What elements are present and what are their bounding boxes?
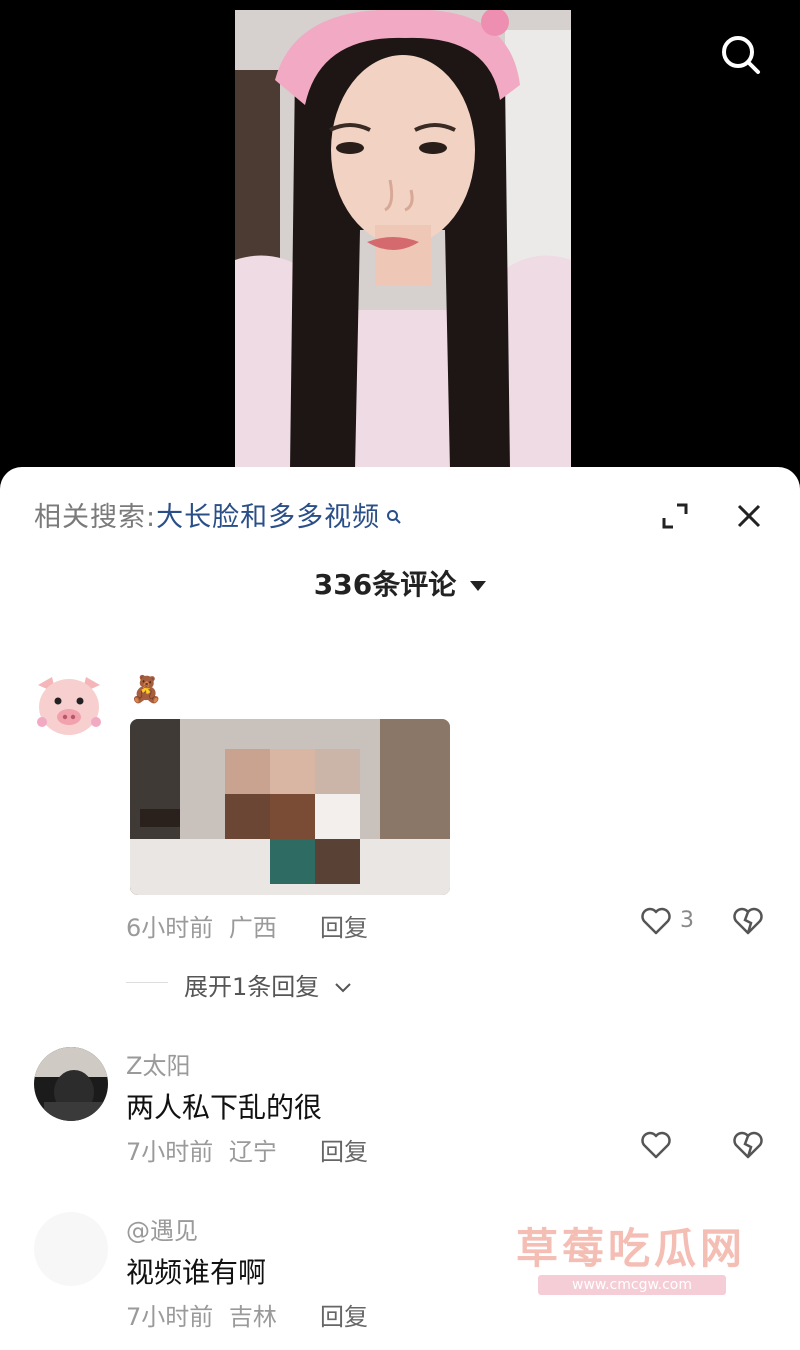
comment-location: 广西: [228, 914, 277, 942]
expand-replies-button[interactable]: 展开1条回复: [184, 967, 353, 1002]
expand-icon: [662, 503, 688, 529]
close-icon: [737, 504, 761, 528]
avatar[interactable]: [34, 1047, 108, 1121]
video-image: [235, 10, 571, 470]
divider: [126, 982, 168, 983]
search-icon: [722, 36, 760, 74]
comment-count[interactable]: 336条评论: [0, 563, 800, 603]
reply-button[interactable]: 回复: [320, 908, 368, 943]
like-button[interactable]: [640, 1131, 672, 1163]
chevron-down-icon: [335, 983, 351, 993]
comment-count-label: 336条评论: [313, 568, 457, 601]
comment-location: 辽宁: [228, 1138, 277, 1166]
comment-location: 吉林: [228, 1303, 277, 1331]
dislike-button[interactable]: [732, 1131, 764, 1163]
user-avatar: [34, 1047, 108, 1121]
like-count: 3: [680, 908, 694, 933]
heart-icon: [641, 907, 671, 935]
comment-time: 6小时前: [126, 914, 214, 942]
heart-icon: [641, 1131, 671, 1159]
comment-text: 视频谁有啊: [126, 1256, 267, 1289]
reply-button[interactable]: 回复: [320, 1297, 368, 1332]
dislike-button[interactable]: [732, 907, 764, 939]
avatar[interactable]: [34, 1212, 108, 1286]
watermark-title: 草莓吃瓜网: [516, 1224, 747, 1273]
comment-meta: 7小时前 辽宁: [126, 1132, 277, 1167]
comment-time: 7小时前: [126, 1303, 214, 1331]
censored-image: [130, 719, 450, 895]
related-search-prefix: 相关搜索:: [34, 502, 157, 533]
reply-button[interactable]: 回复: [320, 1132, 368, 1167]
video-player[interactable]: [0, 0, 800, 480]
comment-meta: 6小时前 广西: [126, 908, 277, 943]
related-search: 相关搜索:大长脸和多多视频: [34, 495, 402, 534]
comments-sheet: 相关搜索:大长脸和多多视频 336条评论 🧸 6小时前 广西 回复 3 展开1条…: [0, 467, 800, 1350]
comment-emoji: 🧸: [130, 675, 163, 705]
watermark-url: www.cmcgw.com: [538, 1275, 726, 1295]
video-frame[interactable]: [235, 10, 571, 470]
related-search-link[interactable]: 大长脸和多多视频: [156, 502, 380, 533]
small-search-icon: [386, 501, 402, 532]
expand-replies-label: 展开1条回复: [184, 973, 320, 1001]
search-button[interactable]: [716, 30, 766, 80]
comment-time: 7小时前: [126, 1138, 214, 1166]
like-button[interactable]: [640, 907, 672, 939]
pig-avatar-icon: [30, 667, 108, 745]
broken-heart-icon: [733, 1131, 763, 1159]
avatar[interactable]: [30, 667, 108, 745]
comment-author[interactable]: @遇见: [126, 1211, 198, 1246]
comment-text: 两人私下乱的很: [126, 1091, 323, 1124]
fullscreen-button[interactable]: [660, 501, 690, 531]
broken-heart-icon: [733, 907, 763, 935]
close-button[interactable]: [734, 501, 764, 531]
caret-down-icon: [470, 581, 487, 591]
comment-meta: 7小时前 吉林: [126, 1297, 277, 1332]
comment-author[interactable]: Z太阳: [126, 1046, 190, 1081]
comment-image[interactable]: [130, 719, 450, 895]
